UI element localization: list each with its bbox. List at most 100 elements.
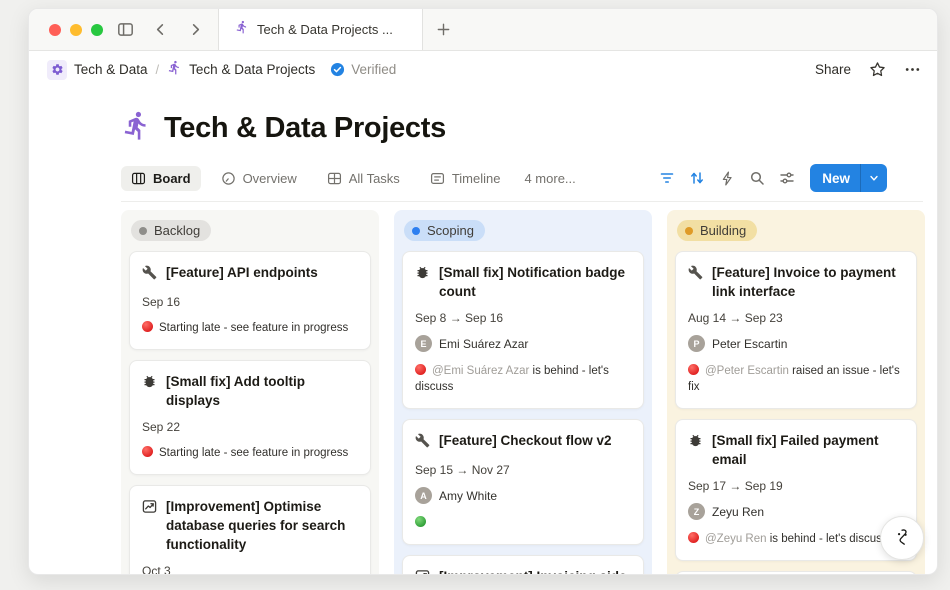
more-options-icon[interactable]: [904, 61, 921, 78]
avatar: A: [415, 487, 432, 504]
assignee-name: Zeyu Ren: [712, 505, 764, 519]
card-status: @Emi Suárez Azar is behind - let's discu…: [415, 363, 631, 395]
floating-cursor-button[interactable]: [880, 516, 924, 560]
card-title: [Small fix] Notification badge count: [439, 263, 631, 301]
bug-icon-wrap: [415, 265, 430, 301]
active-tab[interactable]: Tech & Data Projects ...: [218, 9, 423, 50]
assignee-name: Peter Escartin: [712, 337, 787, 351]
board-column-scoping: Scoping [Small fix] Notification badge co…: [394, 210, 652, 575]
bug-icon-wrap: [142, 374, 157, 410]
tab-title: Tech & Data Projects ...: [257, 22, 393, 37]
chart-increasing-icon: [415, 569, 430, 575]
column-label: Scoping: [427, 223, 474, 238]
red-circle-icon: [142, 321, 153, 332]
assignee-name: Amy White: [439, 489, 497, 503]
card-date: Oct 3: [142, 564, 358, 575]
status-mention: @Peter Escartin: [705, 365, 792, 377]
automation-bolt-icon[interactable]: [714, 165, 740, 191]
window-controls: [29, 9, 218, 50]
wrench-icon: [142, 265, 157, 280]
more-views-button[interactable]: 4 more...: [524, 171, 575, 186]
views-toolbar: Board Overview All Tasks Timeline 4 more…: [121, 164, 923, 202]
green-circle-icon: [415, 516, 426, 527]
bug-icon: [688, 433, 703, 448]
search-icon[interactable]: [744, 165, 770, 191]
avatar: Z: [688, 503, 705, 520]
card-title: [Improvement] Invoicing side panel: [439, 567, 631, 575]
page-title[interactable]: Tech & Data Projects: [164, 112, 446, 145]
column-status-pill[interactable]: Scoping: [404, 220, 485, 241]
kanban-card[interactable]: [Feature] Invoice to payment link interf…: [675, 251, 917, 409]
kanban-card[interactable]: [Small fix] Notification badge countSep …: [402, 251, 644, 409]
new-button[interactable]: New: [810, 164, 887, 192]
favorite-star-icon[interactable]: [869, 61, 886, 78]
new-button-caret-icon[interactable]: [861, 164, 887, 192]
chart-increasing-icon: [142, 499, 157, 514]
status-text: Starting late - see feature in progress: [159, 322, 348, 334]
new-tab-icon[interactable]: [423, 9, 463, 50]
building-status-dot: [685, 227, 693, 235]
close-window-button[interactable]: [49, 24, 61, 36]
filter-icon[interactable]: [654, 165, 680, 191]
scoping-status-dot: [412, 227, 420, 235]
verified-badge[interactable]: Verified: [330, 62, 396, 77]
verified-label: Verified: [351, 62, 396, 77]
tab-board[interactable]: Board: [121, 166, 201, 191]
chart-icon-wrap: [142, 499, 157, 554]
page-emoji-runner-icon[interactable]: [121, 110, 152, 146]
card-title: [Small fix] Failed payment email: [712, 431, 904, 469]
view-settings-sliders-icon[interactable]: [774, 165, 800, 191]
card-title: [Feature] API endpoints: [166, 263, 318, 285]
avatar: P: [688, 335, 705, 352]
doodle-face-icon: [889, 525, 915, 551]
breadcrumb-workspace[interactable]: Tech & Data: [74, 62, 148, 77]
kanban-card[interactable]: [Feature] Checkout flow v2Sep 15 → Nov 2…: [402, 419, 644, 545]
workspace-gear-icon[interactable]: [47, 60, 67, 80]
card-assignee: EEmi Suárez Azar: [415, 335, 631, 352]
wrench-icon: [688, 265, 703, 280]
minimize-window-button[interactable]: [70, 24, 82, 36]
zoom-window-button[interactable]: [91, 24, 103, 36]
runner-icon: [167, 60, 182, 80]
card-status: Starting late - see feature in progress: [142, 320, 358, 336]
card-status: @Peter Escartin raised an issue - let's …: [688, 363, 904, 395]
sort-icon[interactable]: [684, 165, 710, 191]
tab-overview[interactable]: Overview: [211, 166, 307, 191]
sidebar-toggle-icon[interactable]: [112, 17, 138, 43]
card-status: [415, 515, 631, 531]
kanban-card[interactable]: [Improvement] Optimise database queries …: [129, 485, 371, 575]
app-window: Tech & Data Projects ... Tech & Data / T…: [28, 8, 938, 575]
kanban-card[interactable]: [Feature] Advanced settings on partial i…: [675, 571, 917, 575]
tab-bar: Tech & Data Projects ...: [29, 9, 937, 51]
status-mention: @Emi Suárez Azar: [432, 365, 533, 377]
column-status-pill[interactable]: Backlog: [131, 220, 211, 241]
column-status-pill[interactable]: Building: [677, 220, 757, 241]
kanban-card[interactable]: [Improvement] Invoicing side panelSep 15…: [402, 555, 644, 575]
status-mention: @Zeyu Ren: [705, 533, 770, 545]
bug-icon: [415, 265, 430, 280]
board-view-icon: [131, 171, 146, 186]
status-text: is behind - let's discuss: [770, 533, 888, 545]
breadcrumb-page[interactable]: Tech & Data Projects: [189, 62, 315, 77]
kanban-card[interactable]: [Feature] API endpoints Sep 16 Starting la…: [129, 251, 371, 350]
share-button[interactable]: Share: [815, 62, 851, 77]
runner-icon: [235, 20, 249, 39]
table-view-icon: [327, 171, 342, 186]
red-circle-icon: [688, 364, 699, 375]
forward-icon[interactable]: [182, 17, 208, 43]
kanban-card[interactable]: [Small fix] Add tooltip displaysSep 22St…: [129, 360, 371, 475]
red-circle-icon: [415, 364, 426, 375]
tab-timeline[interactable]: Timeline: [420, 166, 511, 191]
status-text: Starting late - see feature in progress: [159, 447, 348, 459]
column-label: Building: [700, 223, 746, 238]
card-status: @Zeyu Ren is behind - let's discuss: [688, 531, 904, 547]
card-assignee: P Peter Escartin: [688, 335, 904, 352]
card-assignee: A Amy White: [415, 487, 631, 504]
back-icon[interactable]: [147, 17, 173, 43]
card-assignee: Z Zeyu Ren: [688, 503, 904, 520]
card-date: Sep 16: [142, 295, 358, 309]
breadcrumb-separator: /: [155, 62, 161, 77]
board-column-backlog: Backlog [Feature] API endpoints Sep 16 Star…: [121, 210, 379, 575]
tab-all-tasks[interactable]: All Tasks: [317, 166, 410, 191]
verified-icon: [330, 62, 345, 77]
